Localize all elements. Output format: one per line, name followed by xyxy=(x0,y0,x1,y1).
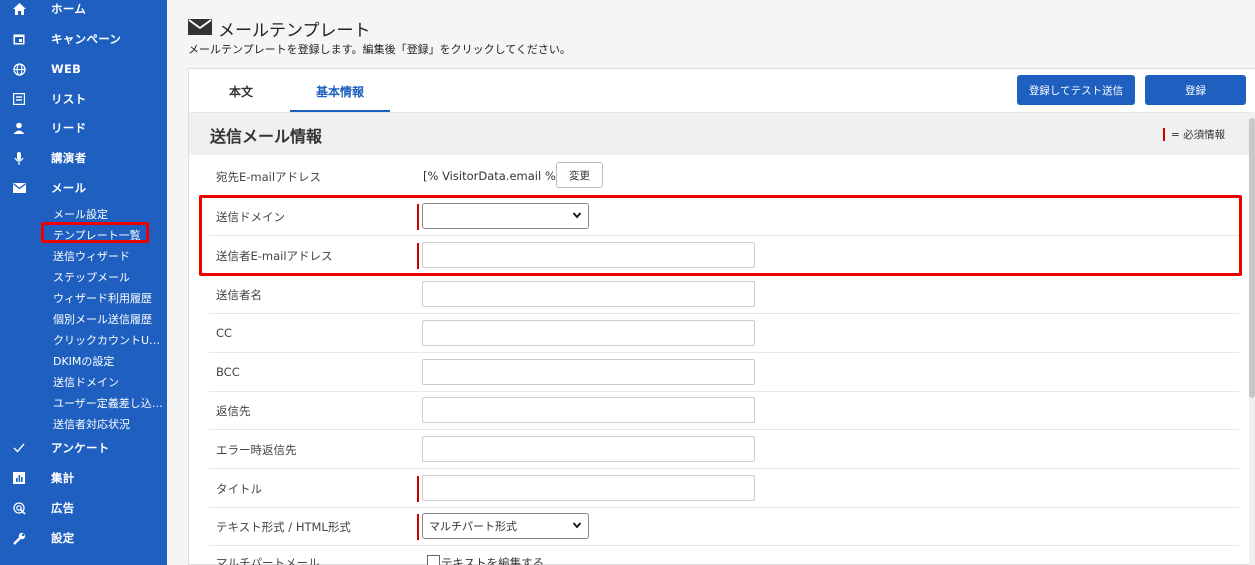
calendar-icon xyxy=(12,32,26,46)
nav-settings[interactable]: 設定 xyxy=(0,523,167,553)
required-legend-text: = 必須情報 xyxy=(1171,129,1226,141)
to-address-value: [% VisitorData.email %] xyxy=(423,169,561,183)
required-marker xyxy=(417,514,419,540)
nav-list[interactable]: リスト xyxy=(0,84,167,114)
tab-basic-info[interactable]: 基本情報 xyxy=(316,83,364,100)
page-title-text: メールテンプレート xyxy=(218,21,371,41)
sub-individual-history[interactable]: 個別メール送信履歴 xyxy=(53,311,152,327)
mail-icon xyxy=(188,18,212,39)
mail-icon xyxy=(12,181,26,195)
required-marker xyxy=(1163,128,1165,141)
register-button[interactable]: 登録 xyxy=(1145,75,1246,105)
reply-to-label: 返信先 xyxy=(216,404,251,418)
change-button[interactable]: 変更 xyxy=(556,162,603,188)
nav-label: メール xyxy=(51,181,87,195)
check-icon xyxy=(12,441,26,455)
row-error-reply: エラー時返信先 xyxy=(209,430,1239,469)
nav-speaker[interactable]: 講演者 xyxy=(0,143,167,173)
sub-send-wizard[interactable]: 送信ウィザード xyxy=(53,248,130,264)
from-name-input[interactable] xyxy=(422,281,755,307)
required-marker xyxy=(417,476,419,502)
form-panel: 本文 基本情報 登録してテスト送信 登録 送信メール情報 = 必須情報 宛先E-… xyxy=(188,68,1255,565)
edit-text-label: テキストを編集する xyxy=(441,556,545,565)
nav-home[interactable]: ホーム xyxy=(0,0,167,24)
format-label: テキスト形式 / HTML形式 xyxy=(216,520,351,534)
nav-label: 集計 xyxy=(51,471,75,485)
section-header: 送信メール情報 = 必須情報 xyxy=(189,113,1249,155)
title-input[interactable] xyxy=(422,475,755,501)
nav-campaign[interactable]: キャンペーン xyxy=(0,24,167,54)
row-reply-to: 返信先 xyxy=(209,391,1239,430)
nav-label: キャンペーン xyxy=(51,32,122,46)
page-title: メールテンプレート xyxy=(188,16,371,41)
register-and-test-button[interactable]: 登録してテスト送信 xyxy=(1017,75,1135,105)
microphone-icon xyxy=(12,151,26,165)
nav-ads[interactable]: 広告 xyxy=(0,493,167,523)
nav-label: WEB xyxy=(51,62,82,76)
from-name-label: 送信者名 xyxy=(216,288,262,302)
wrench-icon xyxy=(12,531,26,545)
nav-survey[interactable]: アンケート xyxy=(0,433,167,463)
edit-text-checkbox[interactable] xyxy=(427,555,440,565)
section-title: 送信メール情報 xyxy=(210,127,323,146)
title-label: タイトル xyxy=(216,482,262,496)
nav-web[interactable]: WEB xyxy=(0,54,167,84)
list-icon xyxy=(12,92,26,106)
cc-input[interactable] xyxy=(422,320,755,346)
bcc-label: BCC xyxy=(216,365,240,379)
chart-icon xyxy=(12,471,26,485)
error-reply-input[interactable] xyxy=(422,436,755,462)
highlight-box xyxy=(199,195,1242,276)
format-value: マルチパート形式 xyxy=(429,520,517,533)
nav-stats[interactable]: 集計 xyxy=(0,463,167,493)
nav-label: リスト xyxy=(51,92,87,106)
highlight-box xyxy=(41,222,149,243)
sub-dkim[interactable]: DKIMの設定 xyxy=(53,353,114,369)
sub-user-defined[interactable]: ユーザー定義差し込… xyxy=(53,395,163,411)
nav-label: リード xyxy=(51,121,87,135)
chevron-down-icon xyxy=(572,520,582,533)
nav-mail[interactable]: メール xyxy=(0,173,167,203)
sub-send-domain[interactable]: 送信ドメイン xyxy=(53,374,119,390)
nav-label: 広告 xyxy=(51,501,75,515)
sub-wizard-history[interactable]: ウィザード利用履歴 xyxy=(53,290,152,306)
globe-icon xyxy=(12,62,26,76)
sidebar: ホーム キャンペーン WEB リスト リード 講演者 メール メール設定 テンプ… xyxy=(0,0,167,565)
row-to-address: 宛先E-mailアドレス [% VisitorData.email %] 変更 xyxy=(209,157,1239,196)
person-icon xyxy=(12,121,26,135)
sub-sender-status[interactable]: 送信者対応状況 xyxy=(53,416,130,432)
format-select[interactable]: マルチパート形式 xyxy=(422,513,589,539)
cc-label: CC xyxy=(216,326,233,340)
sub-click-count[interactable]: クリックカウントU… xyxy=(53,332,160,348)
bcc-input[interactable] xyxy=(422,359,755,385)
scrollbar-thumb[interactable] xyxy=(1249,118,1255,398)
row-format: テキスト形式 / HTML形式 マルチパート形式 xyxy=(209,507,1239,546)
row-multipart: マルチパートメール テキストを編集する xyxy=(209,547,1239,565)
sub-mail-settings[interactable]: メール設定 xyxy=(53,206,108,222)
required-legend: = 必須情報 xyxy=(1163,127,1225,142)
multipart-label: マルチパートメール xyxy=(216,556,320,565)
tab-body[interactable]: 本文 xyxy=(229,83,253,100)
home-icon xyxy=(12,2,26,16)
row-bcc: BCC xyxy=(209,353,1239,392)
page-description: メールテンプレートを登録します。編集後「登録」をクリックしてください。 xyxy=(188,43,571,56)
to-address-label: 宛先E-mailアドレス xyxy=(216,170,322,184)
nav-label: アンケート xyxy=(51,441,110,455)
nav-lead[interactable]: リード xyxy=(0,113,167,143)
nav-label: ホーム xyxy=(51,2,87,16)
ad-icon xyxy=(12,501,26,515)
row-from-name: 送信者名 xyxy=(209,275,1239,314)
nav-label: 設定 xyxy=(51,531,75,545)
nav-label: 講演者 xyxy=(51,151,87,165)
sub-step-mail[interactable]: ステップメール xyxy=(53,269,130,285)
reply-to-input[interactable] xyxy=(422,397,755,423)
row-cc: CC xyxy=(209,314,1239,353)
row-title: タイトル xyxy=(209,469,1239,508)
error-reply-label: エラー時返信先 xyxy=(216,443,297,457)
